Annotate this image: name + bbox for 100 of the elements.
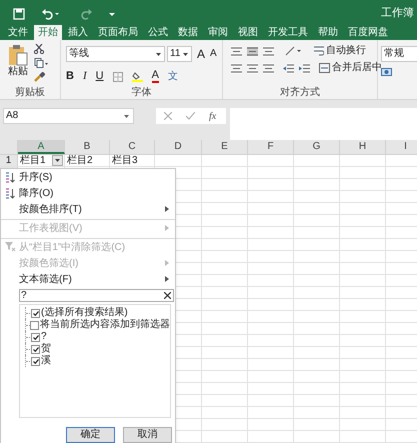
close-icon[interactable]: [164, 292, 171, 299]
group-label: 字体: [130, 86, 152, 99]
shrink-font-button[interactable]: A: [210, 49, 217, 59]
currency-icon[interactable]: [381, 68, 395, 78]
column-header[interactable]: E: [202, 140, 248, 154]
brush-icon[interactable]: [34, 72, 45, 82]
align-top-icon[interactable]: [231, 46, 242, 56]
check-icon: [32, 358, 38, 364]
search-field[interactable]: ?: [19, 289, 174, 302]
merge-cells-icon: [319, 63, 330, 73]
checkbox-label[interactable]: (选择所有搜索结果): [41, 308, 128, 318]
number-format-field[interactable]: 常规: [381, 46, 417, 62]
column-header[interactable]: C: [110, 140, 155, 154]
align-left-icon[interactable]: [231, 64, 242, 72]
dropdown-arrow-icon: [183, 52, 188, 56]
align-middle-icon[interactable]: [247, 46, 258, 56]
phonetic-button[interactable]: 文: [168, 72, 178, 82]
submenu-arrow-icon: [165, 276, 169, 282]
check-icon: [32, 346, 38, 352]
formula-input[interactable]: [230, 108, 417, 140]
submenu-arrow-icon: [165, 206, 169, 212]
font-size-field[interactable]: 11: [167, 46, 192, 62]
font-size-value: 11: [170, 47, 180, 61]
ribbon-tab[interactable]: 公式: [144, 25, 172, 40]
dropdown-arrow-icon: [55, 159, 60, 162]
dropdown-arrow-icon: [156, 52, 161, 56]
wrap-text-icon: [314, 46, 324, 56]
insert-function-button[interactable]: fx: [209, 108, 216, 124]
sort-ascending-icon: [5, 172, 15, 182]
ribbon-tab[interactable]: 开发工具: [264, 25, 312, 40]
sort-descending-icon: [5, 188, 15, 198]
menu-item[interactable]: 降序(O): [1, 185, 175, 201]
group-label: 对齐方式: [279, 86, 321, 99]
dropdown-arrow-icon: [124, 114, 129, 118]
column-header[interactable]: D: [155, 140, 202, 154]
italic-button[interactable]: I: [82, 71, 87, 82]
group-label: 剪贴板: [14, 86, 46, 99]
copy-icon[interactable]: [34, 58, 48, 68]
ribbon-tab[interactable]: 数据: [174, 25, 202, 40]
column-header[interactable]: F: [248, 140, 294, 154]
column-header[interactable]: A: [18, 140, 65, 154]
ribbon-tab[interactable]: 页面布局: [94, 25, 142, 40]
font-name-value: 等线: [69, 47, 89, 61]
row-header[interactable]: 1: [0, 155, 18, 166]
checkbox[interactable]: [31, 344, 40, 354]
ribbon-tab[interactable]: 视图: [234, 25, 262, 40]
ribbon-tab[interactable]: 插入: [64, 25, 92, 40]
font-name-field[interactable]: 等线: [66, 46, 165, 62]
bold-button[interactable]: B: [66, 71, 74, 82]
checkbox[interactable]: [31, 308, 40, 318]
paste-button[interactable]: 粘贴: [8, 66, 28, 78]
ribbon-tab[interactable]: 开始: [34, 25, 62, 40]
align-right-icon[interactable]: [263, 64, 274, 72]
customize-icon[interactable]: [109, 10, 115, 16]
increase-indent-icon[interactable]: [299, 64, 310, 72]
checkbox-label[interactable]: 将当前所选内容添加到筛选器: [40, 320, 170, 330]
underline-button[interactable]: U: [96, 71, 104, 82]
orientation-icon[interactable]: [285, 46, 301, 56]
check-icon: [32, 310, 38, 316]
column-header[interactable]: I: [386, 140, 417, 154]
check-icon: [32, 334, 38, 340]
border-icon[interactable]: [112, 72, 123, 82]
table-cell: 栏目3: [112, 154, 138, 166]
undo-icon[interactable]: [41, 8, 59, 20]
ribbon-tab[interactable]: 审阅: [204, 25, 232, 40]
filter-dropdown-button[interactable]: [52, 155, 63, 166]
merge-center-button[interactable]: 合并后居中: [332, 63, 382, 73]
menu-item[interactable]: 文本筛选(F): [1, 271, 175, 287]
wrap-text-button[interactable]: 自动换行: [326, 46, 366, 56]
checkbox-label[interactable]: 贺: [41, 344, 51, 354]
scissors-icon[interactable]: [34, 44, 44, 54]
column-header[interactable]: H: [340, 140, 386, 154]
checkbox[interactable]: [31, 332, 40, 342]
fill-color-icon[interactable]: [132, 71, 143, 82]
ribbon-tab[interactable]: 文件: [4, 25, 32, 40]
checkbox-label[interactable]: ?: [41, 332, 47, 342]
font-color-button[interactable]: A: [152, 70, 159, 83]
checkbox[interactable]: [30, 320, 39, 330]
ribbon-tab[interactable]: 百度网盘: [344, 25, 392, 40]
save-icon[interactable]: [13, 8, 25, 20]
table-cell: 栏目1: [20, 154, 46, 166]
clear-filter-icon: [4, 242, 16, 252]
ribbon-tab[interactable]: 帮助: [314, 25, 342, 40]
menu-item[interactable]: 升序(S): [1, 169, 175, 185]
grow-font-button[interactable]: A: [197, 48, 206, 60]
submenu-arrow-icon: [165, 225, 169, 231]
column-header[interactable]: G: [294, 140, 340, 154]
align-center-icon[interactable]: [247, 64, 258, 72]
menu-item[interactable]: 按颜色排序(T): [1, 201, 175, 220]
decrease-indent-icon[interactable]: [283, 64, 294, 72]
column-header[interactable]: B: [65, 140, 110, 154]
cell-reference: A8: [6, 109, 18, 123]
align-bottom-icon[interactable]: [263, 46, 274, 56]
checkbox[interactable]: [31, 356, 40, 366]
name-box[interactable]: A8: [3, 108, 134, 124]
checkbox-label[interactable]: 溪: [41, 356, 51, 366]
window-title: 工作簿: [381, 6, 414, 22]
dialog-button[interactable]: 确定: [66, 427, 115, 443]
paste-icon[interactable]: [8, 44, 28, 66]
dialog-button[interactable]: 取消: [123, 427, 172, 443]
